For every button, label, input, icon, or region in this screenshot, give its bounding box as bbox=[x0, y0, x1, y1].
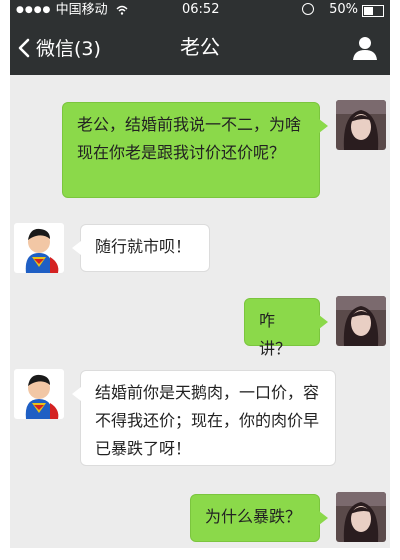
battery-percentage: 50% bbox=[329, 2, 358, 17]
message-bubble-received[interactable]: 随行就市呗！ bbox=[72, 224, 210, 272]
message-bubble-sent[interactable]: 老公，结婚前我说一不二，为啥现在你老是跟我讨价还价呢？ bbox=[62, 102, 328, 198]
person-icon[interactable] bbox=[352, 35, 378, 61]
status-bar: ●●●● 中国移动 06:52 50% bbox=[10, 0, 390, 20]
battery-icon bbox=[362, 5, 384, 17]
chat-title: 老公 bbox=[180, 35, 220, 59]
bubble-tail bbox=[72, 387, 81, 401]
signal-strength-icon: ●●●● bbox=[16, 5, 52, 15]
carrier-indicator: ●●●● 中国移动 bbox=[16, 0, 128, 21]
message-text: 老公，结婚前我说一不二，为啥现在你老是跟我讨价还价呢？ bbox=[77, 115, 302, 162]
message-bubble-received[interactable]: 结婚前你是天鹅肉，一口价，容不得我还价；现在，你的肉价早已暴跌了呀！ bbox=[72, 370, 336, 466]
message-text: 结婚前你是天鹅肉，一口价，容不得我还价；现在，你的肉价早已暴跌了呀！ bbox=[95, 383, 320, 458]
nav-bar: 微信(3) 老公 bbox=[10, 20, 390, 75]
alarm-icon bbox=[302, 3, 314, 15]
avatar-me[interactable] bbox=[336, 296, 386, 346]
carrier-name: 中国移动 bbox=[55, 2, 108, 18]
message-bubble-sent[interactable]: 为什么暴跌？ bbox=[190, 494, 328, 542]
avatar-me[interactable] bbox=[336, 492, 386, 542]
chat-screen: ●●●● 中国移动 06:52 50% 微信(3) 老公 老公，结婚前我说一不二… bbox=[10, 0, 390, 548]
wifi-icon bbox=[116, 5, 128, 15]
bubble-tail bbox=[72, 241, 81, 255]
battery-level-fill bbox=[364, 7, 373, 15]
message-text: 随行就市呗！ bbox=[95, 237, 192, 256]
bubble-tail bbox=[319, 315, 328, 329]
message-text: 为什么暴跌？ bbox=[205, 507, 302, 526]
bubble-tail bbox=[319, 511, 328, 525]
clock-time: 06:52 bbox=[182, 2, 220, 17]
avatar-contact[interactable] bbox=[14, 369, 64, 419]
avatar-contact[interactable] bbox=[14, 223, 64, 273]
message-text: 咋讲？ bbox=[259, 311, 292, 358]
bubble-tail bbox=[319, 119, 328, 133]
avatar-me[interactable] bbox=[336, 100, 386, 150]
message-bubble-sent[interactable]: 咋讲？ bbox=[244, 298, 328, 358]
